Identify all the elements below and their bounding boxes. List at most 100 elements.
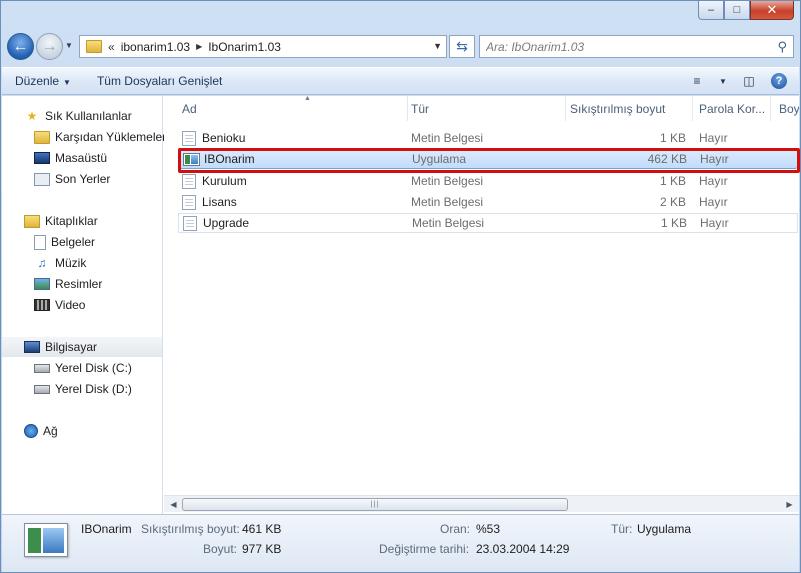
details-size-label: Boyut:: [203, 542, 238, 556]
chevron-down-icon: ▼: [63, 78, 71, 87]
search-box[interactable]: ⚲: [479, 35, 794, 58]
column-header-compressed-size[interactable]: Sıkıştırılmış boyut: [570, 96, 693, 121]
folder-icon: [86, 40, 102, 53]
scroll-right-arrow-icon[interactable]: ▶: [782, 498, 797, 511]
address-bar[interactable]: « ibonarim1.03 ▶ IbOnarim1.03 ▼: [79, 35, 447, 58]
maximize-button[interactable]: □: [724, 1, 750, 20]
documents-icon: [34, 234, 46, 250]
sidebar-item-label: Kitaplıklar: [45, 214, 98, 228]
computer-icon: [24, 341, 40, 353]
back-button[interactable]: ←: [7, 33, 34, 60]
file-compressed-size: 1 KB: [659, 174, 686, 188]
file-row-benioku[interactable]: Benioku Metin Belgesi 1 KB Hayır: [178, 128, 798, 148]
sort-ascending-icon: ▲: [304, 96, 311, 102]
content-area: ★ Sık Kullanılanlar Karşıdan Yüklemeler …: [2, 96, 800, 514]
organize-button[interactable]: Düzenle ▼: [2, 74, 84, 88]
sidebar-item-local-disk-c[interactable]: Yerel Disk (C:): [2, 358, 162, 378]
scrollbar-thumb[interactable]: |||: [182, 498, 568, 511]
application-icon: [183, 152, 200, 166]
breadcrumb-arrow-icon[interactable]: ▶: [196, 42, 202, 51]
application-thumbnail-icon: [24, 523, 68, 557]
extract-all-button[interactable]: Tüm Dosyaları Genişlet: [84, 74, 235, 88]
file-type: Metin Belgesi: [411, 195, 484, 209]
file-name: Benioku: [202, 131, 246, 145]
horizontal-scrollbar[interactable]: ◀ ||| ▶: [164, 495, 799, 512]
sidebar-item-music[interactable]: ♫ Müzik: [2, 253, 162, 273]
address-dropdown-icon[interactable]: ▼: [433, 41, 442, 51]
file-name-cell: Kurulum: [182, 171, 247, 191]
hard-disk-icon: [34, 363, 50, 373]
command-bar: Düzenle ▼ Tüm Dosyaları Genişlet ≡ ▼ ◫ ?: [2, 67, 799, 95]
view-dropdown-button[interactable]: ▼: [717, 72, 729, 90]
column-header-size[interactable]: Boy: [779, 96, 799, 121]
file-name: Lisans: [202, 195, 237, 209]
details-ratio-value: %53: [476, 522, 501, 536]
sidebar-item-pictures[interactable]: Resimler: [2, 274, 162, 294]
file-compressed-size: 462 KB: [647, 152, 687, 166]
sidebar-item-desktop[interactable]: Masaüstü: [2, 148, 162, 168]
sidebar-item-label: Yerel Disk (C:): [55, 361, 132, 375]
column-header-label: Ad: [182, 101, 197, 116]
sidebar-item-local-disk-d[interactable]: Yerel Disk (D:): [2, 379, 162, 399]
file-type: Metin Belgesi: [411, 174, 484, 188]
sidebar-item-recent-places[interactable]: Son Yerler: [2, 169, 162, 189]
column-header-label: Tür: [411, 101, 429, 116]
text-document-icon: [182, 194, 196, 210]
column-header-name[interactable]: ▲ Ad: [182, 96, 408, 121]
recent-pages-dropdown[interactable]: ▼: [65, 41, 73, 50]
file-name-cell: Lisans: [182, 192, 237, 212]
file-name: Kurulum: [202, 174, 247, 188]
text-document-icon: [182, 130, 196, 146]
help-button[interactable]: ?: [769, 72, 789, 90]
file-password-protected: Hayır: [699, 131, 728, 145]
file-type: Metin Belgesi: [411, 131, 484, 145]
sidebar-item-favorites[interactable]: ★ Sık Kullanılanlar: [2, 106, 162, 126]
sidebar-item-computer[interactable]: Bilgisayar: [2, 337, 162, 357]
search-input[interactable]: [486, 39, 766, 54]
sidebar-item-network[interactable]: Ağ: [2, 421, 162, 441]
sidebar-item-videos[interactable]: Video: [2, 295, 162, 315]
forward-button[interactable]: →: [36, 33, 63, 60]
file-row-kurulum[interactable]: Kurulum Metin Belgesi 1 KB Hayır: [178, 171, 798, 191]
minimize-button[interactable]: –: [698, 1, 724, 20]
details-ratio-label: Oran:: [440, 522, 471, 536]
breadcrumb-item[interactable]: ibonarim1.03: [121, 40, 190, 54]
view-options-button[interactable]: ≡: [687, 72, 707, 90]
search-icon[interactable]: ⚲: [777, 39, 787, 55]
video-icon: [34, 299, 50, 311]
explorer-window: – □ ✕ ← → ▼ « ibonarim1.03 ▶ IbOnarim1.0…: [0, 0, 801, 573]
breadcrumb-item[interactable]: IbOnarim1.03: [208, 40, 281, 54]
sidebar-item-label: Belgeler: [51, 235, 96, 249]
caption-buttons: – □ ✕: [698, 1, 794, 20]
details-compressed-label: Sıkıştırılmış boyut:: [141, 522, 240, 536]
file-name: IBOnarim: [204, 152, 255, 166]
network-icon: [24, 424, 38, 438]
scroll-left-arrow-icon[interactable]: ◀: [166, 498, 181, 511]
forward-arrow-icon: →: [41, 37, 58, 55]
organize-label: Düzenle: [15, 74, 60, 88]
details-type-value: Uygulama: [637, 522, 692, 536]
column-header-password[interactable]: Parola Kor...: [699, 96, 771, 121]
file-row-upgrade[interactable]: Upgrade Metin Belgesi 1 KB Hayır: [178, 213, 798, 233]
sidebar-item-label: Karşıdan Yüklemeler: [55, 130, 167, 144]
downloads-folder-icon: [34, 130, 50, 144]
sidebar-item-documents[interactable]: Belgeler: [2, 232, 162, 252]
text-document-icon: [183, 215, 197, 231]
file-row-ibonarim[interactable]: IBOnarim Uygulama 462 KB Hayır: [178, 149, 798, 169]
file-name-cell: Upgrade: [183, 214, 249, 232]
file-name-cell: IBOnarim: [183, 150, 255, 168]
sidebar-item-downloads[interactable]: Karşıdan Yüklemeler: [2, 127, 166, 147]
music-note-icon: ♫: [37, 256, 47, 270]
details-pane: IBOnarim Sıkıştırılmış boyut: 461 KB Boy…: [2, 514, 799, 572]
sidebar-item-libraries[interactable]: Kitaplıklar: [2, 211, 162, 231]
close-button[interactable]: ✕: [750, 1, 794, 20]
details-view-icon: ≡: [693, 74, 701, 88]
file-compressed-size: 1 KB: [659, 131, 686, 145]
file-row-lisans[interactable]: Lisans Metin Belgesi 2 KB Hayır: [178, 192, 798, 212]
refresh-button[interactable]: ⇆: [449, 35, 475, 58]
extract-all-label: Tüm Dosyaları Genişlet: [96, 74, 223, 88]
breadcrumb-overflow[interactable]: «: [108, 40, 115, 54]
sidebar-item-label: Bilgisayar: [45, 340, 98, 354]
column-header-type[interactable]: Tür: [411, 96, 566, 121]
preview-pane-button[interactable]: ◫: [739, 72, 759, 90]
